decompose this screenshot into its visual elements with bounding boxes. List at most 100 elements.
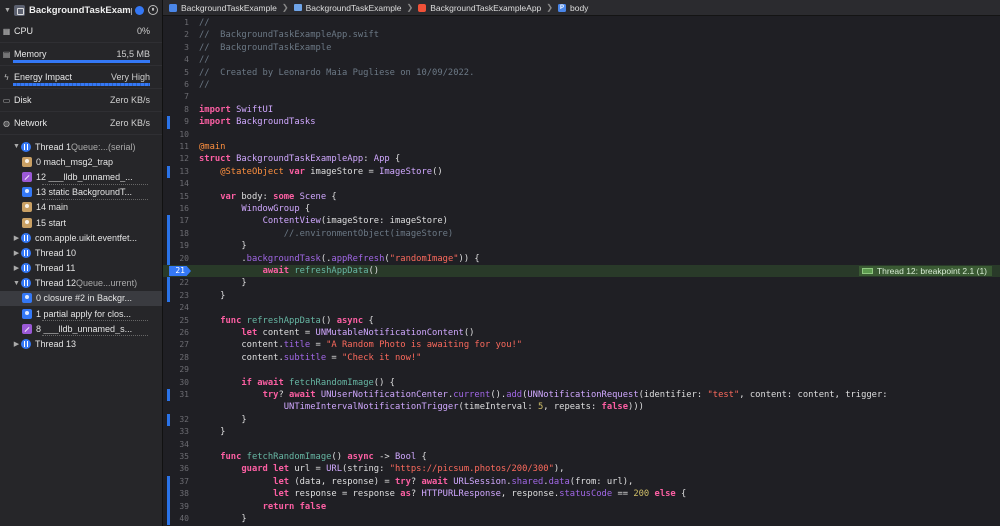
code-text: //	[199, 18, 210, 28]
disclosure-right-icon[interactable]: ▶	[12, 340, 21, 348]
code-line[interactable]: 15 var body: some Scene {	[163, 191, 1000, 203]
line-number: 5	[184, 67, 189, 77]
code-line[interactable]: 31 try? await UNUserNotificationCenter.c…	[163, 389, 1000, 402]
gauge-name: Energy Impact	[14, 72, 73, 82]
code-line[interactable]: 2 // BackgroundTaskExampleApp.swift	[163, 29, 1000, 41]
thread-row[interactable]: ▶ Thread 13	[0, 336, 162, 351]
stack-frame-row[interactable]: 15 start	[0, 215, 162, 230]
code-text: content.subtitle = "Check it now!"	[199, 352, 422, 363]
tree-label: 12 ___lldb_unnamed_...	[36, 171, 133, 182]
code-line[interactable]: 14	[163, 178, 1000, 190]
code-line[interactable]: 38 let response = response as? HTTPURLRe…	[163, 488, 1000, 501]
disclosure-down-icon[interactable]: ▼	[12, 143, 21, 150]
gauge-name: Network	[14, 118, 48, 128]
thread-row[interactable]: ▶ com.apple.uikit.eventfet...	[0, 230, 162, 245]
thread-row[interactable]: ▶ Thread 10	[0, 245, 162, 260]
breakpoint-line[interactable]: 21 await refreshAppData() Thread 12: brea…	[163, 265, 1000, 278]
gauge-cpu[interactable]: ▦ CPU 0%	[0, 20, 162, 43]
pause-icon[interactable]: ⏸	[148, 5, 158, 15]
code-text: ContentView(imageStore: imageStore)	[262, 216, 448, 227]
thread-row[interactable]: ▼ Thread 1 Queue:...(serial)	[0, 139, 162, 154]
code-line[interactable]: 9 import BackgroundTasks	[163, 116, 1000, 129]
code-text: }	[199, 427, 226, 438]
code-line[interactable]: 12 struct BackgroundTaskExampleApp: App {	[163, 153, 1000, 165]
cpu-icon: ▦	[2, 26, 11, 36]
code-line[interactable]: 18 //.environmentObject(imageStore)	[163, 227, 1000, 241]
code-line[interactable]: 29	[163, 364, 1000, 376]
code-line[interactable]: 37 let (data, response) = try? await URL…	[163, 475, 1000, 489]
code-line[interactable]: 16 WindowGroup {	[163, 203, 1000, 215]
code-line[interactable]: 19 }	[163, 240, 1000, 253]
code-line[interactable]: 36 guard let url = URL(string: "https://…	[163, 463, 1000, 475]
code-line[interactable]: 5 // Created by Leonardo Maia Pugliese on…	[163, 67, 1000, 79]
code-line[interactable]: 7	[163, 91, 1000, 103]
code-line[interactable]: 28 content.subtitle = "Check it now!"	[163, 352, 1000, 364]
jump-item-project[interactable]: BackgroundTaskExample	[181, 3, 277, 13]
disclosure-right-icon[interactable]: ▶	[12, 234, 21, 242]
code-line[interactable]: 20 .backgroundTask(.appRefresh("randomIm…	[163, 252, 1000, 265]
code-line[interactable]: 8 import SwiftUI	[163, 104, 1000, 116]
line-number: 17	[179, 216, 189, 226]
jump-item-symbol[interactable]: body	[570, 3, 588, 13]
stack-frame-row[interactable]: 0 closure #2 in Backgr...	[0, 290, 162, 307]
code-line[interactable]: 6 //	[163, 79, 1000, 91]
gauge-disk[interactable]: ▭ Disk Zero KB/s	[0, 89, 162, 112]
disclosure-right-icon[interactable]: ▶	[12, 249, 21, 257]
user-frame-icon	[22, 308, 32, 319]
stack-frame-row[interactable]: 0 mach_msg2_trap	[0, 154, 162, 169]
gauge-energy-impact[interactable]: ϟ Energy Impact Very High	[0, 66, 162, 89]
tree-label: Thread 13	[35, 339, 77, 350]
code-line[interactable]: 30 if await fetchRandomImage() {	[163, 377, 1000, 389]
code-line[interactable]: 25 func refreshAppData() async {	[163, 315, 1000, 327]
disclosure-right-icon[interactable]: ▶	[12, 264, 21, 272]
property-icon: P	[558, 3, 566, 12]
code-line[interactable]: 3 // BackgroundTaskExample	[163, 42, 1000, 54]
source-editor[interactable]: 1 // 2 // BackgroundTaskExampleApp.swift 3 //…	[163, 16, 1000, 526]
disclosure-down-icon[interactable]: ▼	[4, 7, 12, 14]
breakpoint-annotation[interactable]: Thread 12: breakpoint 2.1 (1)	[858, 266, 992, 276]
line-number: 15	[179, 191, 189, 201]
jump-item-group[interactable]: BackgroundTaskExample	[306, 3, 402, 13]
code-text: try? await UNUserNotificationCenter.curr…	[262, 390, 888, 400]
stack-frame-row[interactable]: 8 ___lldb_unnamed_s...	[0, 321, 162, 337]
stack-frame-row[interactable]: 13 static BackgroundT...	[0, 185, 162, 200]
code-line[interactable]: 11 @main	[163, 141, 1000, 153]
disclosure-down-icon[interactable]: ▼	[12, 280, 21, 287]
code-line[interactable]: 34	[163, 439, 1000, 451]
code-line[interactable]: 27 content.title = "A Random Photo is aw…	[163, 339, 1000, 351]
code-line[interactable]: 17 ContentView(imageStore: imageStore)	[163, 215, 1000, 228]
code-line[interactable]: 22 }	[163, 277, 1000, 290]
code-line[interactable]: 40 }	[163, 513, 1000, 526]
code-line[interactable]: 10	[163, 129, 1000, 141]
disk-icon: ▭	[2, 95, 11, 105]
code-text: @main	[199, 142, 226, 152]
process-row[interactable]: ▼ BackgroundTaskExample ⏸	[0, 0, 162, 20]
stack-frame-row[interactable]: 1 partial apply for clos...	[0, 306, 162, 322]
code-line[interactable]: 13 @StateObject var imageStore = ImageSt…	[163, 165, 1000, 179]
code-line[interactable]: 39 return false	[163, 500, 1000, 513]
stack-frame-row[interactable]: 14 main	[0, 200, 162, 215]
gauge-value: Very High	[110, 72, 150, 82]
line-number: 31	[179, 390, 189, 399]
code-line[interactable]: 33 }	[163, 426, 1000, 438]
code-line[interactable]: UNTimeIntervalNotificationTrigger(timeIn…	[163, 401, 1000, 413]
code-line[interactable]: 32 }	[163, 413, 1000, 427]
code-line[interactable]: 1 //	[163, 17, 1000, 29]
thread-row[interactable]: ▶ Thread 11	[0, 261, 162, 276]
stack-frame-row[interactable]: 12 ___lldb_unnamed_...	[0, 169, 162, 185]
line-number: 22	[179, 278, 189, 288]
project-icon	[169, 3, 177, 12]
code-line[interactable]: 23 }	[163, 289, 1000, 303]
code-line[interactable]: 4 //	[163, 54, 1000, 66]
process-name: BackgroundTaskExample	[29, 4, 132, 16]
user-frame-icon	[22, 293, 32, 304]
gauge-network[interactable]: ◍ Network Zero KB/s	[0, 112, 162, 135]
gauge-memory[interactable]: ▤ Memory 15,5 MB	[0, 43, 162, 66]
thread-row[interactable]: ▼ Thread 12 Queue...urrent)	[0, 276, 162, 291]
code-line[interactable]: 35 func fetchRandomImage() async -> Bool…	[163, 451, 1000, 463]
line-number: 10	[179, 129, 189, 139]
code-line[interactable]: 26 let content = UNMutableNotificationCo…	[163, 327, 1000, 339]
code-line[interactable]: 24	[163, 302, 1000, 314]
gauge-value: 15,5 MB	[116, 49, 150, 59]
jump-item-file[interactable]: BackgroundTaskExampleApp	[430, 3, 541, 13]
